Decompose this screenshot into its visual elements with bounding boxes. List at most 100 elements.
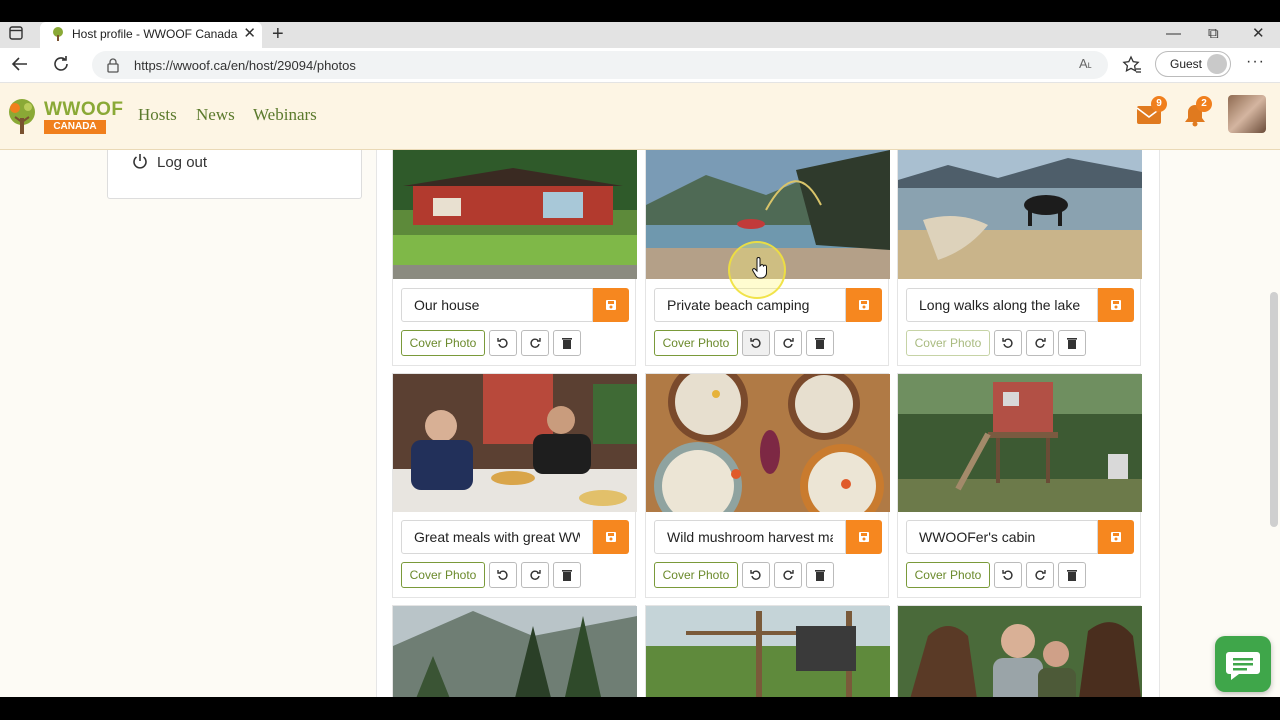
caption-input[interactable] — [906, 288, 1098, 322]
tab-actions-icon[interactable] — [9, 26, 23, 40]
logo-subtext: CANADA — [44, 120, 106, 134]
nav-news[interactable]: News — [196, 105, 235, 125]
lake-dog-photo[interactable] — [898, 150, 1142, 279]
settings-more-icon[interactable]: ··· — [1246, 53, 1265, 71]
save-caption-button[interactable] — [846, 288, 882, 322]
user-avatar[interactable] — [1228, 95, 1266, 133]
new-tab-button[interactable]: + — [272, 23, 284, 45]
rotate-left-button[interactable] — [994, 330, 1022, 356]
messages-count-badge: 9 — [1151, 96, 1167, 112]
page-scrollbar[interactable] — [1270, 292, 1278, 527]
cover-photo-button[interactable]: Cover Photo — [401, 330, 485, 356]
rotate-left-button[interactable] — [742, 330, 770, 356]
read-aloud-icon[interactable]: A˪ — [1079, 56, 1092, 71]
power-icon — [133, 154, 147, 169]
nav-hosts[interactable]: Hosts — [138, 105, 177, 125]
house-photo[interactable] — [393, 150, 637, 279]
rotate-left-button[interactable] — [994, 562, 1022, 588]
delete-photo-button[interactable] — [806, 330, 834, 356]
browser-tab-active[interactable]: Host profile - WWOOF Canada ✕ — [40, 22, 262, 48]
trash-icon — [1067, 570, 1077, 581]
save-icon — [859, 300, 869, 310]
url-text[interactable]: https://wwoof.ca/en/host/29094/photos — [134, 58, 356, 73]
photo-actions: Cover Photo — [654, 562, 882, 588]
photo-actions: Cover Photo — [906, 562, 1134, 588]
cover-photo-button[interactable]: Cover Photo — [654, 562, 738, 588]
rotate-right-button[interactable] — [774, 562, 802, 588]
cover-photo-button[interactable]: Cover Photo — [401, 562, 485, 588]
restore-window-button[interactable]: ⧉ — [1208, 24, 1219, 44]
browser-tab-strip: Host profile - WWOOF Canada ✕ + — ⧉ ✕ — [0, 22, 1280, 48]
cover-photo-button[interactable]: Cover Photo — [906, 562, 990, 588]
delete-photo-button[interactable] — [1058, 330, 1086, 356]
address-bar[interactable]: https://wwoof.ca/en/host/29094/photos A˪ — [92, 51, 1108, 79]
logout-link[interactable]: Log out — [157, 154, 207, 171]
tab-title: Host profile - WWOOF Canada — [72, 27, 238, 41]
chat-button[interactable] — [1215, 636, 1271, 692]
cover-photo-button[interactable]: Cover Photo — [906, 330, 990, 356]
rotate-right-button[interactable] — [521, 330, 549, 356]
cover-photo-button[interactable]: Cover Photo — [654, 330, 738, 356]
caption-group — [401, 288, 629, 322]
delete-photo-button[interactable] — [553, 330, 581, 356]
save-icon — [1111, 532, 1121, 542]
photo-card: Cover Photo — [392, 373, 637, 598]
nav-webinars[interactable]: Webinars — [253, 105, 317, 125]
lock-icon[interactable] — [106, 57, 120, 73]
garden-photo[interactable] — [646, 606, 890, 697]
minimize-window-button[interactable]: — — [1166, 24, 1181, 44]
photo-card: Cover Photo — [897, 373, 1142, 598]
rotate-right-button[interactable] — [1026, 330, 1054, 356]
hand-cursor-icon — [752, 257, 767, 279]
rotate-left-button[interactable] — [489, 562, 517, 588]
close-tab-icon[interactable]: ✕ — [243, 25, 256, 43]
cabin-photo[interactable] — [898, 374, 1142, 512]
photo-card — [645, 605, 890, 697]
delete-photo-button[interactable] — [1058, 562, 1086, 588]
rotate-right-icon — [530, 338, 541, 348]
delete-photo-button[interactable] — [806, 562, 834, 588]
close-window-button[interactable]: ✕ — [1252, 24, 1265, 44]
screen-top-border — [0, 0, 1280, 22]
save-caption-button[interactable] — [1098, 288, 1134, 322]
mountain-forest-photo[interactable] — [393, 606, 637, 697]
favorites-icon[interactable] — [1122, 55, 1142, 75]
rotate-left-button[interactable] — [742, 562, 770, 588]
delete-photo-button[interactable] — [553, 562, 581, 588]
notifications-count-badge: 2 — [1196, 96, 1212, 112]
rotate-right-button[interactable] — [774, 330, 802, 356]
save-icon — [606, 300, 616, 310]
caption-input[interactable] — [906, 520, 1098, 554]
rotate-left-icon — [1002, 338, 1013, 348]
rotate-right-icon — [783, 570, 794, 580]
wwoof-favicon-icon — [53, 27, 63, 41]
rotate-right-button[interactable] — [521, 562, 549, 588]
mushroom-soup-photo[interactable] — [646, 374, 890, 512]
save-caption-button[interactable] — [1098, 520, 1134, 554]
rotate-right-button[interactable] — [1026, 562, 1054, 588]
meal-photo[interactable] — [393, 374, 637, 512]
back-icon[interactable] — [10, 54, 30, 74]
rotate-left-button[interactable] — [489, 330, 517, 356]
wwoof-logo[interactable]: WWOOF CANADA — [4, 96, 123, 138]
trash-icon — [815, 338, 825, 349]
rotate-right-icon — [530, 570, 541, 580]
trash-icon — [562, 570, 572, 581]
save-caption-button[interactable] — [846, 520, 882, 554]
caption-group — [906, 520, 1134, 554]
photo-actions: Cover Photo — [401, 562, 629, 588]
rotate-right-icon — [1035, 570, 1046, 580]
rotate-left-icon — [497, 570, 508, 580]
hosts-with-horses-photo[interactable] — [898, 606, 1142, 697]
browser-toolbar: https://wwoof.ca/en/host/29094/photos A˪… — [0, 48, 1280, 83]
refresh-icon[interactable] — [51, 54, 71, 74]
profile-button[interactable]: Guest — [1155, 51, 1231, 77]
caption-input[interactable] — [401, 288, 593, 322]
save-caption-button[interactable] — [593, 288, 629, 322]
save-icon — [1111, 300, 1121, 310]
profile-avatar-icon — [1207, 54, 1227, 74]
caption-input[interactable] — [401, 520, 593, 554]
save-caption-button[interactable] — [593, 520, 629, 554]
caption-input[interactable] — [654, 520, 846, 554]
tree-logo-icon — [9, 99, 35, 134]
